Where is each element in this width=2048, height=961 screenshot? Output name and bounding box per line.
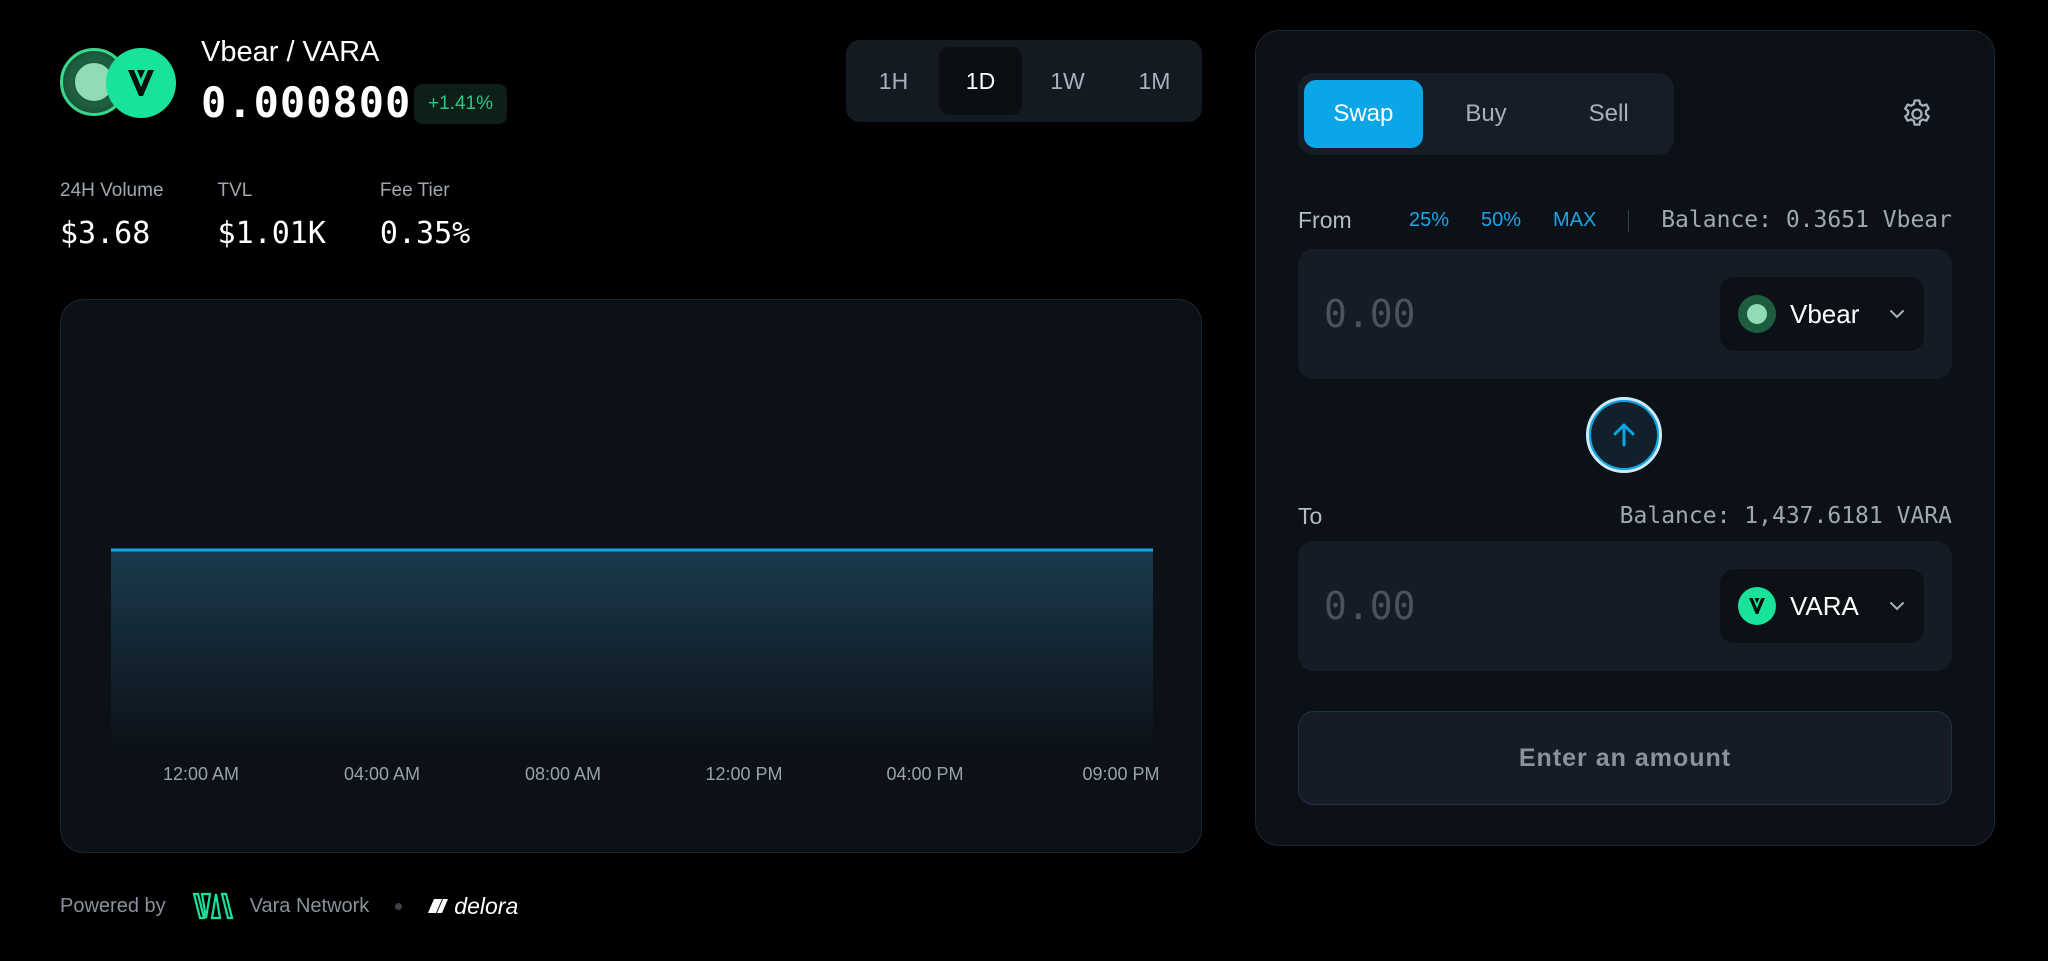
stat-label: 24H Volume [60, 180, 164, 201]
from-token-name: Vbear [1790, 298, 1860, 329]
vara-network-link[interactable]: Vara Network [192, 891, 370, 921]
swap-mode-tabs: Swap Buy Sell [1298, 73, 1674, 155]
footer-separator-dot [395, 902, 403, 910]
stat-value: $1.01K [217, 216, 326, 251]
price-chart[interactable]: 12:00 AM 04:00 AM 08:00 AM 12:00 PM 04:00 PM… [60, 299, 1202, 853]
price-change-badge: +1.41% [414, 84, 507, 124]
percent-50-button[interactable]: 50% [1481, 209, 1521, 232]
enter-amount-button[interactable]: Enter an amount [1298, 711, 1952, 805]
to-token-select[interactable]: VARA [1720, 569, 1924, 643]
stat-fee-tier: Fee Tier 0.35% [380, 180, 470, 251]
pair-token-icons [60, 48, 178, 118]
to-row: To Balance: 1,437.6181 VARA [1298, 497, 1952, 537]
vbear-token-icon [1738, 295, 1776, 333]
vara-network-name: Vara Network [249, 894, 370, 917]
gear-icon [1904, 99, 1930, 126]
stat-value: 0.35% [379, 216, 471, 251]
pair-price: 0.000800 [201, 78, 412, 127]
delora-name: delora [454, 892, 519, 919]
timeframe-1d-button[interactable]: 1D [939, 47, 1022, 115]
tab-sell[interactable]: Sell [1549, 80, 1668, 148]
from-input-box: Vbear [1298, 249, 1952, 379]
stat-label: TVL [217, 180, 253, 201]
stat-label: Fee Tier [379, 180, 450, 201]
x-tick-label: 08:00 AM [525, 764, 601, 784]
swap-panel: Swap Buy Sell From 25% 50% MAX Balance: … [1255, 30, 1995, 846]
pair-header: Vbear / VARA 0.000800 +1.41% [60, 36, 520, 136]
vara-token-icon [106, 48, 176, 118]
stat-tvl: TVL $1.01K [218, 180, 326, 251]
to-token-name: VARA [1790, 590, 1859, 621]
vara-logo-icon [192, 892, 234, 920]
from-amount-input[interactable] [1324, 281, 1664, 347]
from-token-select[interactable]: Vbear [1720, 277, 1924, 351]
flip-direction-button[interactable] [1586, 397, 1662, 473]
x-tick-label: 12:00 AM [163, 764, 239, 784]
footer: Powered by Vara Network delora [60, 886, 518, 926]
chart-area-fill [111, 550, 1153, 748]
chevron-down-icon [1890, 602, 1904, 611]
to-label: To [1298, 503, 1323, 529]
percent-25-button[interactable]: 25% [1409, 209, 1449, 232]
pool-stats: 24H Volume $3.68 TVL $1.01K Fee Tier 0.3… [60, 180, 470, 251]
x-tick-label: 04:00 PM [886, 764, 963, 784]
to-balance: Balance: 1,437.6181 VARA [1619, 503, 1952, 529]
chevron-down-icon [1890, 310, 1904, 319]
to-input-box: VARA [1298, 541, 1952, 671]
stat-value: $3.68 [60, 216, 151, 251]
settings-button[interactable] [1896, 93, 1938, 135]
vara-token-icon [1738, 587, 1776, 625]
to-amount-input[interactable] [1324, 573, 1664, 639]
x-tick-label: 09:00 PM [1082, 764, 1159, 784]
timeframe-1h-button[interactable]: 1H [852, 47, 935, 115]
tab-buy[interactable]: Buy [1427, 80, 1546, 148]
delora-logo-icon [428, 899, 449, 913]
divider [1628, 210, 1629, 232]
powered-by-label: Powered by [60, 894, 166, 917]
price-chart-svg: 12:00 AM 04:00 AM 08:00 AM 12:00 PM 04:00 PM… [111, 548, 1160, 784]
stat-volume: 24H Volume $3.68 [60, 180, 164, 251]
timeframe-selector: 1H 1D 1W 1M [846, 40, 1202, 122]
tab-swap[interactable]: Swap [1304, 80, 1423, 148]
from-balance: Balance: 0.3651 Vbear [1661, 207, 1952, 233]
timeframe-1m-button[interactable]: 1M [1113, 47, 1196, 115]
arrow-up-icon [1613, 423, 1635, 447]
x-tick-label: 04:00 AM [344, 764, 420, 784]
from-label: From [1298, 207, 1352, 233]
max-button[interactable]: MAX [1553, 209, 1596, 232]
x-tick-label: 12:00 PM [705, 764, 782, 784]
pair-name: Vbear / VARA [201, 36, 380, 68]
from-row: From 25% 50% MAX Balance: 0.3651 Vbear [1298, 201, 1952, 241]
delora-link[interactable]: delora [428, 893, 518, 920]
timeframe-1w-button[interactable]: 1W [1026, 47, 1109, 115]
